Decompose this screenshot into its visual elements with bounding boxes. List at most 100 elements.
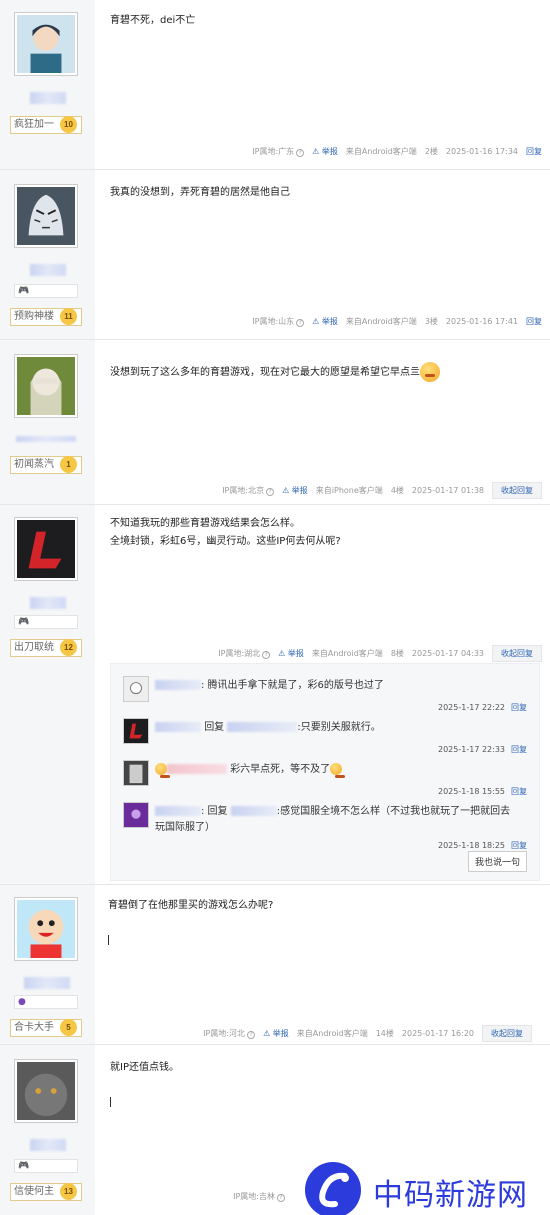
watermark-logo-icon bbox=[305, 1162, 361, 1215]
level-badge: 信使何主 13 bbox=[10, 1183, 82, 1201]
i-say-button[interactable]: 我也说一句 bbox=[467, 851, 527, 872]
level-badge: 合卡大手 5 bbox=[10, 1019, 82, 1037]
post-content: 我真的没想到，弄死育碧的居然是他自己 bbox=[110, 187, 290, 198]
avatar[interactable] bbox=[14, 184, 78, 248]
author-panel: 🎮 出刀取统 12 bbox=[0, 505, 95, 884]
level-badge: 初闻蒸汽 1 bbox=[10, 456, 82, 474]
ip-location: IP属地:吉林 bbox=[233, 1192, 275, 1201]
emoji-icon bbox=[330, 763, 346, 778]
reply-link[interactable]: 回复 bbox=[511, 787, 527, 796]
post-time: 2025-01-16 17:41 bbox=[445, 317, 518, 326]
reply-link[interactable]: 回复 bbox=[511, 841, 527, 850]
sub-reply: 回复 :只要别关服就行。 2025-1-17 22:33 回复 bbox=[123, 718, 527, 758]
sub-reply-list: : 腾讯出手拿下就是了，彩6的版号也过了 2025-1-17 22:22 回复 回… bbox=[110, 663, 540, 881]
post-meta: IP属地:湖北? ⚠ 举报 来自Android客户端 8楼 2025-01-17… bbox=[218, 645, 542, 662]
avatar[interactable] bbox=[14, 1059, 78, 1123]
level-badge: 疯狂加一 10 bbox=[10, 116, 82, 134]
help-icon: ? bbox=[296, 149, 305, 157]
avatar[interactable] bbox=[123, 718, 149, 744]
client-source: 来自Android客户端 bbox=[345, 147, 417, 156]
ip-location: IP属地:山东 bbox=[252, 317, 295, 326]
post-floor-8: 🎮 出刀取统 12 不知道我玩的那些育碧游戏结果会怎么样。 全境封锁，彩虹6号，幽… bbox=[0, 505, 550, 885]
avatar[interactable] bbox=[123, 676, 149, 702]
medal-badge: 🎮 bbox=[14, 1159, 78, 1173]
report-link[interactable]: ⚠ 举报 bbox=[312, 146, 338, 157]
username[interactable] bbox=[155, 806, 201, 816]
medal-badge: ● bbox=[14, 995, 78, 1009]
emoji-icon bbox=[155, 763, 170, 778]
collapse-replies-button[interactable]: 收起回复 bbox=[492, 645, 542, 662]
post-time: 2025-01-17 04:33 bbox=[411, 649, 484, 658]
post-floor-3: 🎮 预购神楼 11 我真的没想到，弄死育碧的居然是他自己 IP属地:山东? ⚠ 举… bbox=[0, 170, 550, 340]
ip-location: IP属地:湖北 bbox=[218, 649, 261, 658]
post-meta: IP属地:北京? ⚠ 举报 来自iPhone客户端 4楼 2025-01-17 … bbox=[222, 482, 542, 499]
reply-link[interactable]: 回复 bbox=[511, 745, 527, 754]
username[interactable] bbox=[155, 680, 201, 690]
sub-reply-time: 2025-1-17 22:22 回复 bbox=[438, 703, 527, 712]
post-meta: IP属地:吉林? bbox=[233, 1191, 285, 1202]
post-content: 就IP还值点钱。 bbox=[110, 1062, 179, 1073]
post-meta: IP属地:河北? ⚠ 举报 来自Android客户端 14楼 2025-01-1… bbox=[203, 1025, 532, 1042]
client-source: 来自Android客户端 bbox=[311, 649, 383, 658]
reply-link[interactable]: 回复 bbox=[526, 146, 542, 157]
post-meta: IP属地:山东? ⚠ 举报 来自Android客户端 3楼 2025-01-16… bbox=[252, 316, 542, 327]
avatar[interactable] bbox=[14, 897, 78, 961]
post-time: 2025-01-17 01:38 bbox=[411, 486, 484, 495]
avatar[interactable] bbox=[14, 354, 78, 418]
medal-badge: 🎮 bbox=[14, 615, 78, 629]
post-content: 没想到玩了这么多年的育碧游戏，现在对它最大的愿望是希望它早点亖 bbox=[110, 362, 540, 382]
sub-reply-time: 2025-1-17 22:33 回复 bbox=[438, 745, 527, 754]
collapse-replies-button[interactable]: 收起回复 bbox=[482, 1025, 532, 1042]
post-content: 育碧不死，dei不亡 bbox=[110, 15, 196, 26]
floor-number: 4楼 bbox=[390, 486, 404, 495]
author-panel: 🎮 信使何主 13 bbox=[0, 1045, 95, 1215]
avatar[interactable] bbox=[123, 760, 149, 786]
angry-emoji-icon bbox=[420, 362, 440, 382]
post-time: 2025-01-16 17:34 bbox=[445, 147, 518, 156]
floor-number: 3楼 bbox=[424, 317, 438, 326]
ip-location: IP属地:河北 bbox=[203, 1029, 246, 1038]
report-link[interactable]: ⚠ 举报 bbox=[263, 1028, 289, 1039]
level-badge: 预购神楼 11 bbox=[10, 308, 82, 326]
username[interactable] bbox=[155, 722, 201, 732]
username[interactable] bbox=[16, 436, 76, 442]
sub-reply-time: 2025-1-18 18:25 回复 bbox=[438, 841, 527, 850]
author-panel: 初闻蒸汽 1 bbox=[0, 340, 95, 504]
help-icon: ? bbox=[262, 651, 271, 659]
floor-number: 8楼 bbox=[390, 649, 404, 658]
report-link[interactable]: ⚠ 举报 bbox=[282, 485, 308, 496]
username[interactable] bbox=[30, 597, 66, 609]
sub-reply: : 腾讯出手拿下就是了，彩6的版号也过了 2025-1-17 22:22 回复 bbox=[123, 676, 527, 716]
collapse-replies-button[interactable]: 收起回复 bbox=[492, 482, 542, 499]
username[interactable] bbox=[30, 92, 66, 104]
post-floor-4: 初闻蒸汽 1 没想到玩了这么多年的育碧游戏，现在对它最大的愿望是希望它早点亖 IP… bbox=[0, 340, 550, 505]
author-panel: 🎮 预购神楼 11 bbox=[0, 170, 95, 339]
author-panel: ● 合卡大手 5 bbox=[0, 885, 95, 1044]
level-badge: 出刀取统 12 bbox=[10, 639, 82, 657]
text-cursor bbox=[110, 1097, 111, 1107]
avatar[interactable] bbox=[123, 802, 149, 828]
help-icon: ? bbox=[277, 1194, 285, 1202]
reply-link[interactable]: 回复 bbox=[511, 703, 527, 712]
sub-reply: : 回复 :感觉国服全境不怎么样（不过我也就玩了一把就回去 玩国际服了） 2025… bbox=[123, 802, 527, 850]
avatar[interactable] bbox=[14, 517, 78, 581]
watermark-text: 中码新游网 bbox=[373, 1178, 528, 1213]
ip-location: IP属地:广东 bbox=[252, 147, 295, 156]
post-meta: IP属地:广东? ⚠ 举报 来自Android客户端 2楼 2025-01-16… bbox=[252, 146, 542, 157]
username[interactable] bbox=[24, 977, 70, 989]
avatar[interactable] bbox=[14, 12, 78, 76]
client-source: 来自Android客户端 bbox=[345, 317, 417, 326]
username[interactable] bbox=[30, 264, 66, 276]
report-link[interactable]: ⚠ 举报 bbox=[278, 648, 304, 659]
report-link[interactable]: ⚠ 举报 bbox=[312, 316, 338, 327]
client-source: 来自Android客户端 bbox=[296, 1029, 368, 1038]
username[interactable] bbox=[30, 1139, 66, 1151]
site-watermark: 中码新游网 bbox=[305, 1158, 550, 1215]
post-floor-14: ● 合卡大手 5 育碧倒了在他那里买的游戏怎么办呢? IP属地:河北? ⚠ 举报 … bbox=[0, 885, 550, 1045]
help-icon: ? bbox=[247, 1031, 256, 1039]
help-icon: ? bbox=[296, 319, 305, 327]
floor-number: 2楼 bbox=[424, 147, 438, 156]
username[interactable] bbox=[167, 764, 227, 774]
help-icon: ? bbox=[266, 488, 275, 496]
reply-link[interactable]: 回复 bbox=[526, 316, 542, 327]
